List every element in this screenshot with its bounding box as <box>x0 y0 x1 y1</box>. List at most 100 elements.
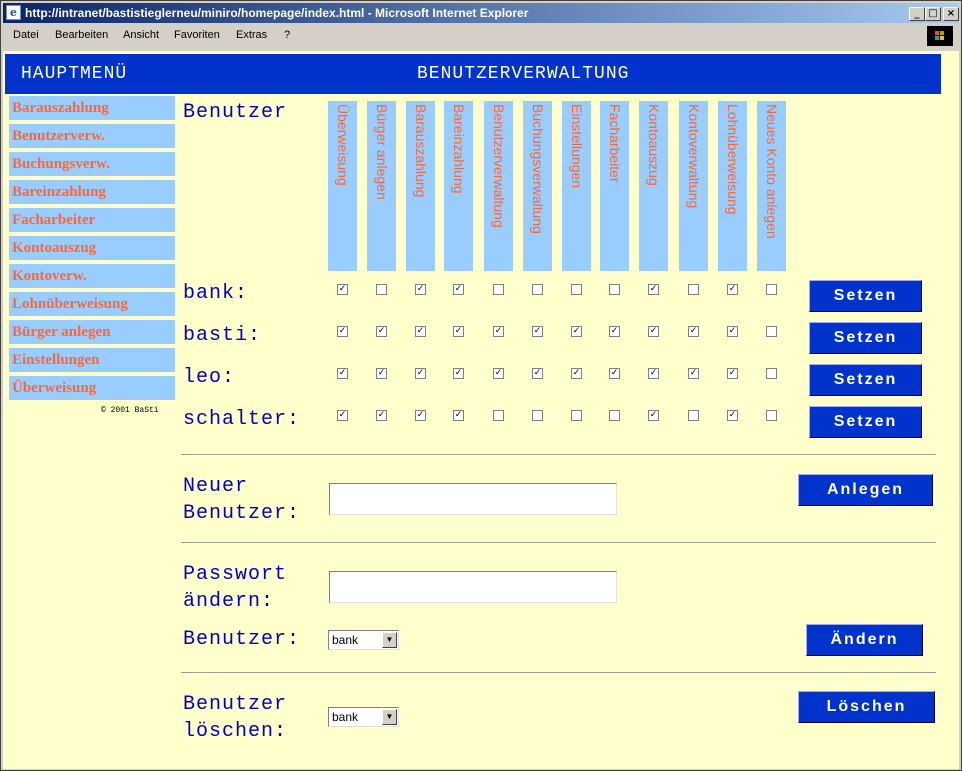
permission-column-label: Kontoverwaltung <box>686 104 702 209</box>
permission-checkbox[interactable]: ✓ <box>727 326 738 337</box>
maximize-button[interactable]: □ <box>925 7 941 21</box>
permission-column-label: Bürger anlegen <box>374 104 390 200</box>
permission-checkbox[interactable]: ✓ <box>376 368 387 379</box>
minimize-button[interactable]: _ <box>909 7 925 21</box>
permission-checkbox[interactable]: ✓ <box>648 368 659 379</box>
password-label-1: Passwort <box>183 563 288 586</box>
chevron-down-icon[interactable]: ▼ <box>382 632 397 648</box>
new-user-label-1: Neuer <box>183 475 249 498</box>
permission-column-header: Einstellungen <box>562 101 591 271</box>
permission-checkbox[interactable]: ✓ <box>337 368 348 379</box>
permission-checkbox[interactable] <box>493 284 504 295</box>
permission-checkbox[interactable]: ✓ <box>648 410 659 421</box>
permission-checkbox[interactable]: ✓ <box>453 284 464 295</box>
permission-checkbox[interactable]: ✓ <box>688 326 699 337</box>
permission-checkbox[interactable]: ✓ <box>376 326 387 337</box>
menu-ansicht[interactable]: Ansicht <box>123 29 159 41</box>
password-label-2: ändern: <box>183 590 275 613</box>
permission-checkbox[interactable]: ✓ <box>727 410 738 421</box>
permission-checkbox[interactable] <box>688 410 699 421</box>
permission-checkbox[interactable]: ✓ <box>415 368 426 379</box>
title-bar: e http://intranet/bastistieglerneu/minir… <box>3 3 959 23</box>
menu-datei[interactable]: Datei <box>13 29 39 41</box>
permission-checkbox[interactable]: ✓ <box>337 284 348 295</box>
permission-checkbox[interactable]: ✓ <box>609 326 620 337</box>
permission-checkbox[interactable]: ✓ <box>337 326 348 337</box>
permission-checkbox[interactable]: ✓ <box>532 368 543 379</box>
delete-user-select-value: bank <box>332 710 359 724</box>
sidebar-item[interactable]: Benutzerverw. <box>9 124 175 148</box>
permission-checkbox[interactable]: ✓ <box>648 326 659 337</box>
permission-checkbox[interactable]: ✓ <box>571 326 582 337</box>
permission-checkbox[interactable]: ✓ <box>415 284 426 295</box>
menu-help[interactable]: ? <box>284 29 290 41</box>
create-user-button[interactable]: Anlegen <box>798 474 933 506</box>
delete-user-button[interactable]: Löschen <box>798 691 935 723</box>
change-password-button[interactable]: Ändern <box>806 624 923 656</box>
menu-bearbeiten[interactable]: Bearbeiten <box>55 29 108 41</box>
menu-favoriten[interactable]: Favoriten <box>174 29 220 41</box>
permission-checkbox[interactable] <box>688 284 699 295</box>
permission-checkbox[interactable]: ✓ <box>727 284 738 295</box>
permission-checkbox[interactable] <box>571 410 582 421</box>
permission-checkbox[interactable]: ✓ <box>415 326 426 337</box>
permission-column-header: Bareinzahlung <box>444 101 473 271</box>
page-header: HAUPTMENÜ BENUTZERVERWALTUNG <box>5 54 941 94</box>
permission-checkbox[interactable]: ✓ <box>493 326 504 337</box>
permission-checkbox[interactable]: ✓ <box>453 368 464 379</box>
permission-column-header: Barauszahlung <box>406 101 435 271</box>
set-permissions-button[interactable]: Setzen <box>809 364 922 396</box>
permission-checkbox[interactable]: ✓ <box>493 368 504 379</box>
permission-checkbox[interactable]: ✓ <box>609 368 620 379</box>
permission-checkbox[interactable] <box>571 284 582 295</box>
password-input[interactable] <box>329 571 617 603</box>
sidebar-item[interactable]: Einstellungen <box>9 348 175 372</box>
sidebar-item[interactable]: Kontoauszug <box>9 236 175 260</box>
set-permissions-button[interactable]: Setzen <box>809 406 922 438</box>
permission-checkbox[interactable] <box>766 368 777 379</box>
permission-checkbox[interactable] <box>609 284 620 295</box>
set-permissions-button[interactable]: Setzen <box>809 280 922 312</box>
page-edge <box>941 51 959 769</box>
permission-checkbox[interactable]: ✓ <box>415 410 426 421</box>
delete-user-label-1: Benutzer <box>183 693 288 716</box>
sidebar-item[interactable]: Buchungsverw. <box>9 152 175 176</box>
delete-user-select[interactable]: bank ▼ <box>328 707 399 727</box>
permission-checkbox[interactable]: ✓ <box>688 368 699 379</box>
permission-checkbox[interactable]: ✓ <box>648 284 659 295</box>
sidebar-item[interactable]: Barauszahlung <box>9 96 175 120</box>
sidebar-item[interactable]: Bareinzahlung <box>9 180 175 204</box>
sidebar-item[interactable]: Lohnüberweisung <box>9 292 175 316</box>
permission-checkbox[interactable] <box>493 410 504 421</box>
sidebar-item[interactable]: Facharbeiter <box>9 208 175 232</box>
sidebar-item[interactable]: Kontoverw. <box>9 264 175 288</box>
password-user-select[interactable]: bank ▼ <box>328 630 399 650</box>
chevron-down-icon[interactable]: ▼ <box>382 709 397 725</box>
new-user-input[interactable] <box>329 483 617 515</box>
divider <box>181 454 936 456</box>
permission-checkbox[interactable]: ✓ <box>453 326 464 337</box>
permission-checkbox[interactable] <box>532 284 543 295</box>
permission-checkbox[interactable] <box>766 284 777 295</box>
permission-checkbox[interactable]: ✓ <box>337 410 348 421</box>
permission-checkbox[interactable] <box>376 284 387 295</box>
permission-user-label: schalter: <box>183 408 301 431</box>
sidebar-item[interactable]: Überweisung <box>9 376 175 400</box>
permission-checkbox[interactable] <box>766 326 777 337</box>
new-user-label-2: Benutzer: <box>183 502 301 525</box>
permission-checkbox[interactable]: ✓ <box>376 410 387 421</box>
permission-checkbox[interactable] <box>766 410 777 421</box>
permission-checkbox[interactable] <box>532 410 543 421</box>
permission-checkbox[interactable]: ✓ <box>571 368 582 379</box>
page-title: BENUTZERVERWALTUNG <box>417 64 630 84</box>
permission-checkbox[interactable]: ✓ <box>532 326 543 337</box>
set-permissions-button[interactable]: Setzen <box>809 322 922 354</box>
sidebar-item[interactable]: Bürger anlegen <box>9 320 175 344</box>
menu-extras[interactable]: Extras <box>236 29 267 41</box>
permission-checkbox[interactable]: ✓ <box>727 368 738 379</box>
permission-checkbox[interactable]: ✓ <box>453 410 464 421</box>
permission-column-header: Neues Konto anlegen <box>757 101 786 271</box>
close-button[interactable]: × <box>943 7 959 21</box>
permission-checkbox[interactable] <box>609 410 620 421</box>
permission-column-header: Facharbeiter <box>600 101 629 271</box>
